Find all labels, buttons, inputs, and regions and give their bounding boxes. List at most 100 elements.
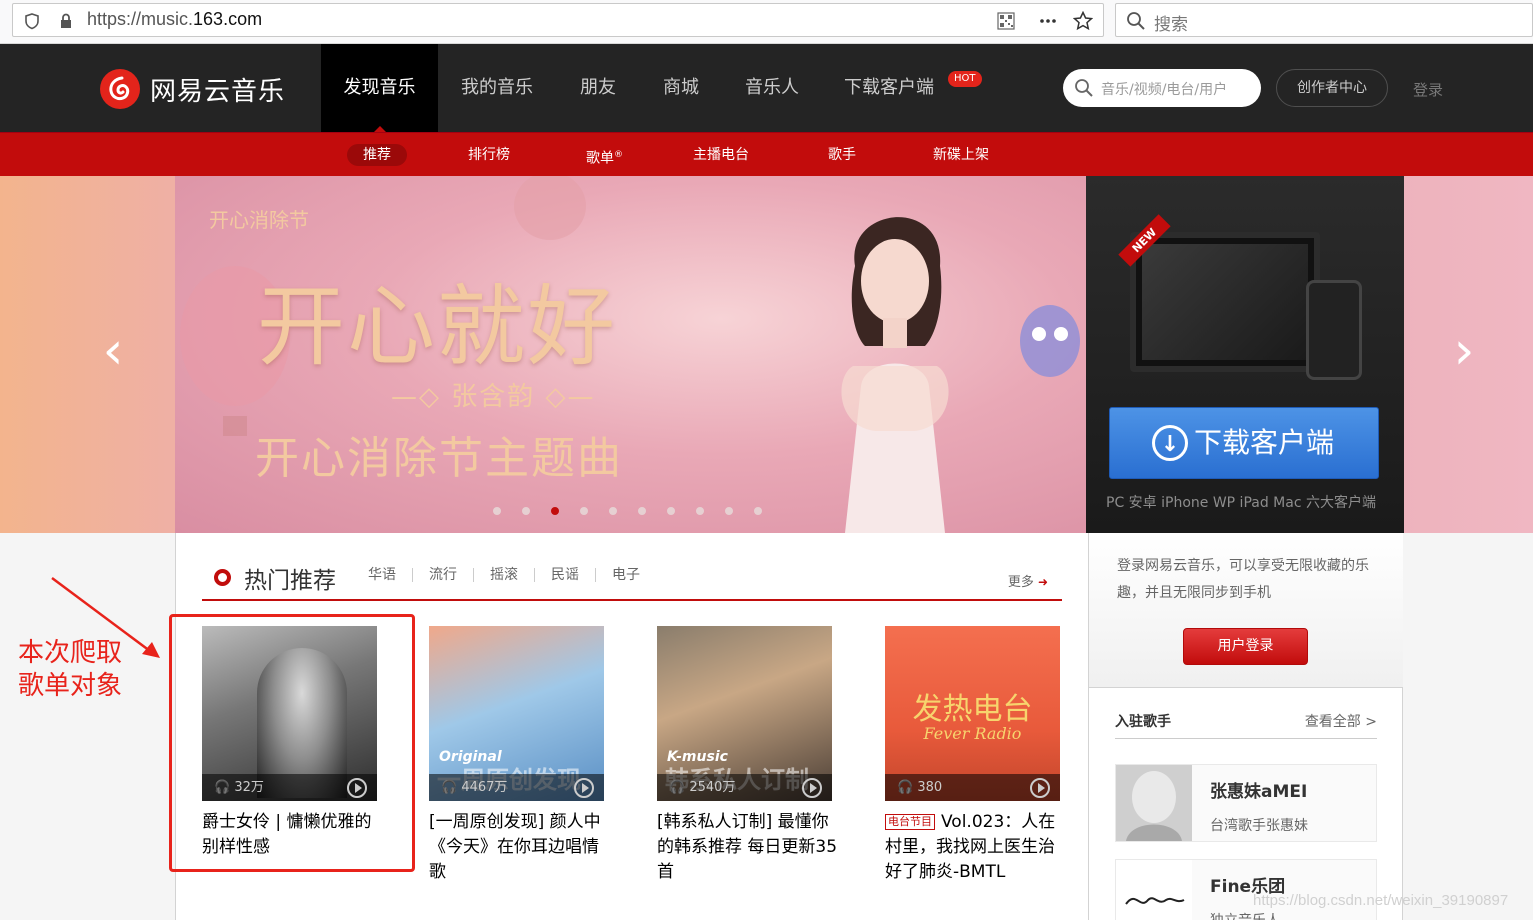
banner-image[interactable]: 开心消除节 开心就好 —◇ 张含韵 ◇— 开心消除节主题曲 [175, 176, 1086, 533]
headphones-icon: 🎧 [897, 780, 914, 795]
login-prompt-text: 登录网易云音乐，可以享受无限收藏的乐趣，并且无限同步到手机 [1117, 558, 1369, 601]
cover-info-bar: 🎧 4467万 [429, 774, 604, 801]
cover-info-bar: 🎧 380 [885, 774, 1060, 801]
more-link[interactable]: 更多 ➜ [1008, 571, 1048, 590]
search-icon [1127, 12, 1145, 30]
tag-folk[interactable]: 民谣 [551, 568, 596, 582]
more-label: 更多 [1007, 575, 1034, 590]
download-platforms-note: PC 安卓 iPhone WP iPad Mac 六大客户端 [1106, 495, 1376, 511]
nav-friends[interactable]: 朋友 [556, 44, 640, 132]
section-title: 热门推荐 [244, 568, 336, 594]
right-sidebar: 登录网易云音乐，可以享受无限收藏的乐趣，并且无限同步到手机 用户登录 入驻歌手 … [1088, 533, 1403, 920]
url-text: https://music.163.com [87, 9, 263, 29]
site-search-input[interactable]: 音乐/视频/电台/用户 [1063, 69, 1261, 107]
play-icon[interactable] [802, 778, 822, 798]
playlist-title[interactable]: [一周原创发现] 颜人中《今天》在你耳边唱情歌 [429, 810, 611, 885]
download-icon [1152, 410, 1188, 480]
subnav-singers[interactable]: 歌手 [812, 144, 872, 166]
subnav-playlists[interactable]: 歌单® [570, 144, 639, 167]
playlist-title[interactable]: [韩系私人订制] 最懂你的韩系推荐 每日更新35首 [657, 810, 839, 885]
browser-search-box[interactable]: 搜索 [1115, 3, 1533, 37]
view-all-link[interactable]: 查看全部 > [1305, 711, 1377, 731]
playlist-cover[interactable]: K-music 韩系私人订制 🎧 2540万 [657, 626, 832, 801]
banner-carousel: 开心消除节 开心就好 —◇ 张含韵 ◇— 开心消除节主题曲 NEW 下载客户端 … [0, 176, 1533, 533]
subnav-charts[interactable]: 排行榜 [452, 144, 526, 166]
tag-rock[interactable]: 摇滚 [490, 568, 535, 582]
banner-next-arrow[interactable]: › [1449, 325, 1479, 377]
banner-dot[interactable] [638, 507, 646, 515]
balloon-image [514, 176, 586, 240]
banner-dot[interactable] [696, 507, 704, 515]
section-header: 热门推荐 华语 流行 摇滚 民谣 电子 更多 ➜ [202, 561, 1062, 601]
play-count: 2540万 [689, 780, 736, 795]
banner-dot[interactable] [580, 507, 588, 515]
subnav-radio[interactable]: 主播电台 [677, 144, 765, 166]
cover-info-bar: 🎧 2540万 [657, 774, 832, 801]
singer-card[interactable]: 张惠妹aMEI 台湾歌手张惠妹 [1115, 764, 1377, 842]
login-link[interactable]: 登录 [1413, 79, 1443, 100]
banner-dot[interactable] [725, 507, 733, 515]
nav-my-music[interactable]: 我的音乐 [438, 44, 556, 132]
play-count: 4467万 [461, 780, 508, 795]
browser-toolbar: https://music.163.com 搜索 [0, 0, 1533, 44]
singer-desc: 独立音乐人 [1210, 910, 1280, 920]
banner-title: 开心就好 [257, 275, 618, 378]
nav-download-client[interactable]: 下载客户端 [822, 44, 956, 132]
registered-mark: ® [614, 150, 623, 160]
lock-icon [61, 13, 71, 28]
banner-dot[interactable] [493, 507, 501, 515]
banner-dot[interactable] [609, 507, 617, 515]
cover-subtitle: Fever Radio [923, 724, 1022, 743]
shield-icon [25, 13, 39, 30]
tag-electronic[interactable]: 电子 [612, 568, 656, 582]
play-icon[interactable] [1030, 778, 1050, 798]
bookmark-star-icon[interactable] [1073, 11, 1093, 31]
more-actions-icon[interactable] [1039, 12, 1057, 30]
banner-artist: —◇ 张含韵 ◇— [391, 382, 596, 412]
creator-center-button[interactable]: 创作者中心 [1276, 69, 1388, 107]
watermark: https://blog.csdn.net/weixin_39190897 [1253, 892, 1509, 909]
section-circle-icon [214, 569, 231, 586]
banner-artist-name: 张含韵 [451, 382, 536, 412]
singer-photo [841, 217, 949, 533]
banner-dot[interactable] [667, 507, 675, 515]
site-logo[interactable]: 网易云音乐 [100, 68, 285, 110]
netease-music-logo-icon [100, 69, 140, 109]
banner-dot[interactable] [522, 507, 530, 515]
playlist-cover[interactable]: Original 一周原创发现 🎧 4467万 [429, 626, 604, 801]
subnav-new-albums[interactable]: 新碟上架 [917, 144, 1005, 166]
annotation-text: 本次爬取 歌单对象 [18, 637, 122, 703]
tag-pop[interactable]: 流行 [429, 568, 474, 582]
playlist-title[interactable]: 电台节目 Vol.023：人在村里，我找网上医生治好了肺炎-BMTL [885, 810, 1067, 885]
singer-avatar [1116, 765, 1192, 841]
singer-card[interactable]: Fine乐团 独立音乐人 [1115, 859, 1377, 920]
headphones-icon: 🎧 [669, 780, 686, 795]
banner-subtitle: 开心消除节主题曲 [255, 433, 623, 484]
address-bar[interactable]: https://music.163.com [12, 3, 1104, 37]
sub-navigation: 推荐 排行榜 歌单® 主播电台 歌手 新碟上架 [0, 132, 1533, 176]
download-client-panel: NEW 下载客户端 PC 安卓 iPhone WP iPad Mac 六大客户端 [1086, 176, 1404, 533]
cartoon-character-image [1020, 305, 1080, 377]
radio-program-tag: 电台节目 [885, 814, 935, 830]
nav-store[interactable]: 商城 [640, 44, 722, 132]
play-count: 380 [917, 780, 943, 795]
headphones-icon: 🎧 [441, 780, 458, 795]
tag-chinese[interactable]: 华语 [368, 568, 413, 582]
hot-badge: HOT [948, 71, 982, 87]
subnav-recommend[interactable]: 推荐 [347, 144, 407, 166]
nav-discover-music[interactable]: 发现音乐 [321, 44, 438, 132]
singers-header: 入驻歌手 查看全部 > [1115, 706, 1377, 739]
subnav-playlists-label: 歌单 [586, 150, 614, 167]
user-login-button[interactable]: 用户登录 [1183, 628, 1308, 665]
banner-prev-arrow[interactable]: ‹ [98, 325, 128, 377]
cover-title: 发热电台 [912, 692, 1033, 727]
nav-musicians[interactable]: 音乐人 [722, 44, 822, 132]
banner-dot[interactable] [551, 507, 559, 515]
singer-avatar [1116, 860, 1192, 920]
play-icon[interactable] [574, 778, 594, 798]
download-client-button[interactable]: 下载客户端 [1109, 407, 1379, 480]
banner-dot[interactable] [754, 507, 762, 515]
playlist-cover[interactable]: 发热电台 Fever Radio 🎧 380 [885, 626, 1060, 801]
qr-code-icon[interactable] [997, 12, 1015, 30]
mobile-client-image [1306, 280, 1362, 380]
